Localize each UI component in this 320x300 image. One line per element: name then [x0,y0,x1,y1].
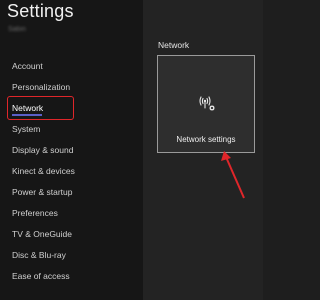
sidebar-item-disc-bluray[interactable]: Disc & Blu-ray [0,245,143,266]
network-settings-icon [199,96,215,111]
section-title: Network [158,40,190,50]
sidebar-item-account[interactable]: Account [0,56,143,77]
sidebar-item-preferences[interactable]: Preferences [0,203,143,224]
sidebar-item-kinect-devices[interactable]: Kinect & devices [0,161,143,182]
sidebar-item-tv-oneguide[interactable]: TV & OneGuide [0,224,143,245]
account-name: Sabin [8,26,26,33]
sidebar-item-personalization[interactable]: Personalization [0,77,143,98]
network-highlight-annotation [7,96,74,120]
sidebar-item-ease-of-access[interactable]: Ease of access [0,266,143,287]
sidebar-item-display-sound[interactable]: Display & sound [0,140,143,161]
settings-sidebar: Settings Sabin Account Personalization N… [0,0,143,300]
settings-menu: Account Personalization Network System D… [0,56,143,287]
app-title: Settings [7,1,74,21]
sidebar-item-system[interactable]: System [0,119,143,140]
sidebar-item-power-startup[interactable]: Power & startup [0,182,143,203]
tile-label: Network settings [176,135,236,144]
network-settings-tile[interactable]: Network settings [157,55,255,153]
